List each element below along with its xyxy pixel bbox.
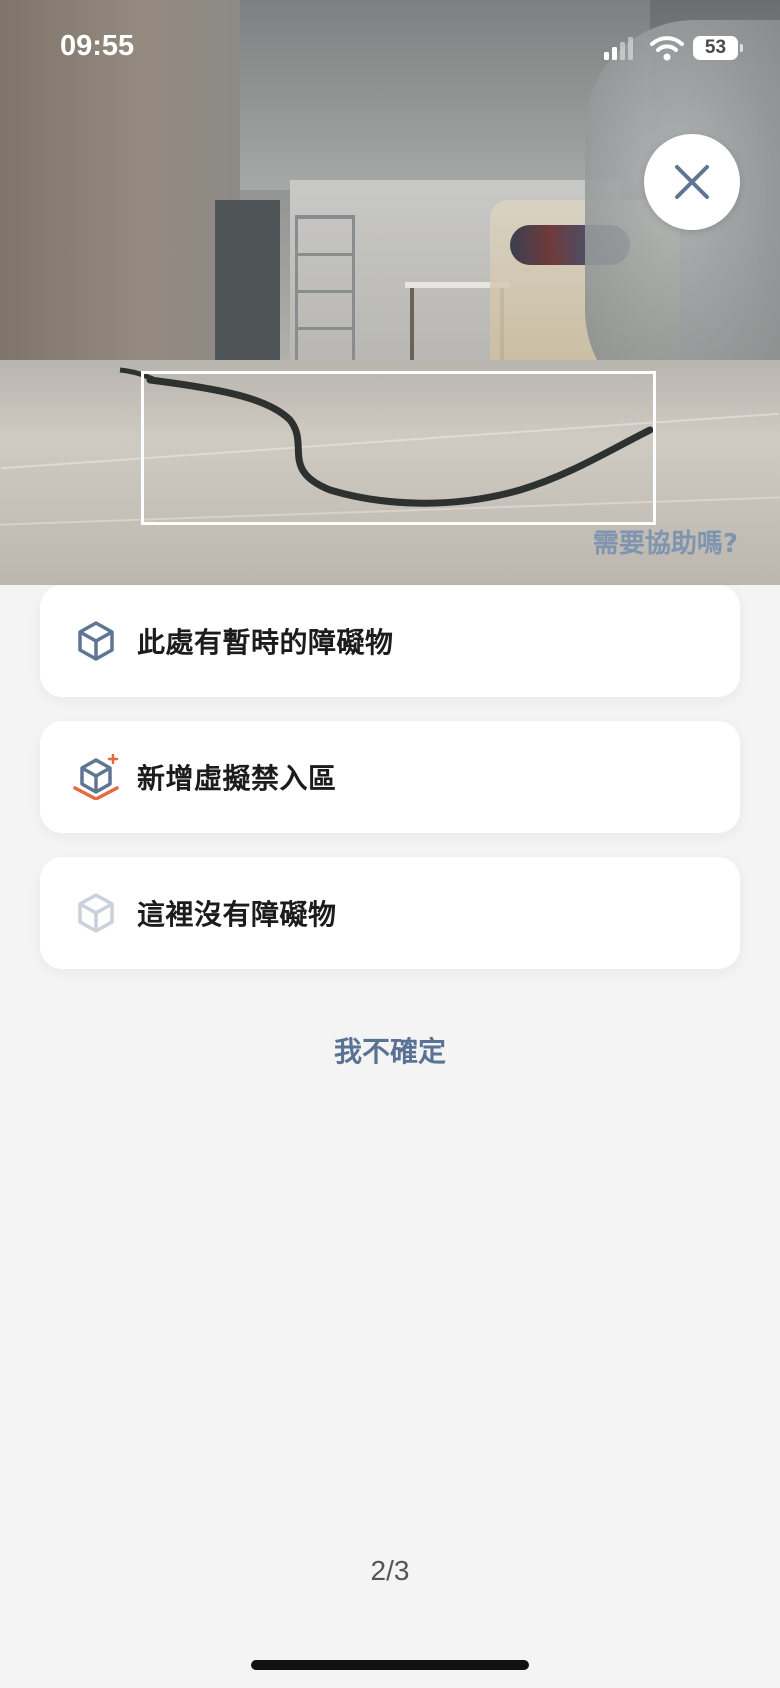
cube-icon	[78, 621, 114, 661]
home-indicator[interactable]	[251, 1660, 529, 1670]
obstacle-highlight-box	[141, 371, 656, 525]
status-time: 09:55	[60, 30, 135, 62]
cube-add-zone-icon	[73, 754, 119, 800]
option-label: 新增虛擬禁入區	[137, 762, 337, 795]
battery-indicator: 53	[693, 36, 738, 60]
cube-light-icon	[78, 893, 114, 933]
signal-icon	[604, 37, 633, 60]
not-sure-button[interactable]: 我不確定	[0, 1030, 780, 1070]
page-indicator: 2/3	[370, 1555, 410, 1586]
option-label: 此處有暫時的障礙物	[137, 626, 394, 659]
option-temporary-obstacle[interactable]: 此處有暫時的障礙物	[40, 585, 740, 697]
help-link[interactable]: 需要協助嗎?	[593, 523, 738, 560]
status-icons: 53	[600, 34, 750, 64]
camera-photo	[0, 0, 780, 585]
close-button[interactable]	[644, 134, 740, 230]
wifi-icon	[650, 36, 684, 61]
close-icon	[675, 165, 709, 199]
option-label: 這裡沒有障礙物	[137, 898, 337, 931]
option-no-obstacle[interactable]: 這裡沒有障礙物	[40, 857, 740, 969]
option-add-virtual-no-go-zone[interactable]: 新增虛擬禁入區	[40, 721, 740, 833]
